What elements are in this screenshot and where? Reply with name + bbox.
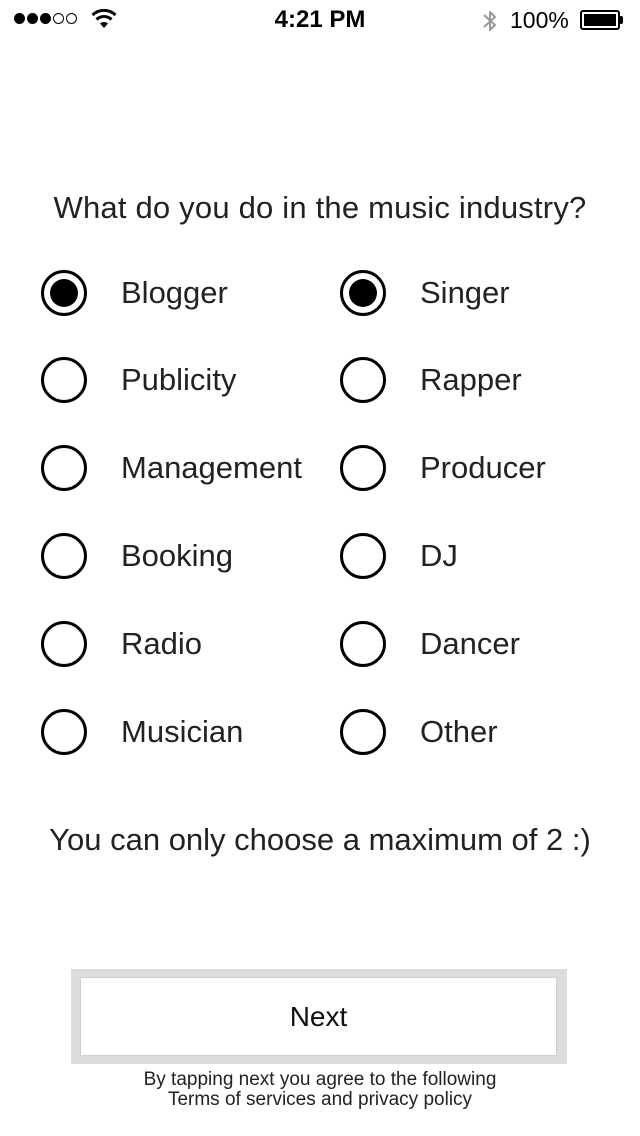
battery-percent: 100% <box>510 7 569 33</box>
radio-unselected-icon[interactable] <box>340 357 386 403</box>
radio-selected-icon[interactable] <box>340 270 386 316</box>
option-label: Dancer <box>420 626 520 661</box>
option-label: Musician <box>121 714 244 749</box>
option-dancer[interactable]: Dancer <box>340 614 520 674</box>
option-producer[interactable]: Producer <box>340 438 546 498</box>
radio-unselected-icon[interactable] <box>41 621 87 667</box>
option-musician[interactable]: Musician <box>41 702 243 762</box>
option-label: Other <box>420 714 498 749</box>
question-heading: What do you do in the music industry? <box>53 190 587 225</box>
bluetooth-icon <box>481 8 499 39</box>
option-label: Producer <box>420 450 546 485</box>
option-label: Publicity <box>121 362 237 397</box>
terms-notice: By tapping next you agree to the followi… <box>0 1070 640 1110</box>
option-label: Radio <box>121 626 202 661</box>
option-radio[interactable]: Radio <box>41 614 202 674</box>
next-button[interactable]: Next <box>80 977 557 1056</box>
radio-dot <box>50 279 78 307</box>
next-button-frame: Next <box>71 969 567 1064</box>
option-label: Rapper <box>420 362 522 397</box>
option-label: Booking <box>121 538 234 573</box>
option-label: Management <box>121 450 302 485</box>
battery-body <box>580 10 620 30</box>
radio-unselected-icon[interactable] <box>340 709 386 755</box>
battery-icon <box>580 10 624 30</box>
option-rapper[interactable]: Rapper <box>340 350 522 410</box>
radio-unselected-icon[interactable] <box>41 709 87 755</box>
option-publicity[interactable]: Publicity <box>41 350 236 410</box>
option-other[interactable]: Other <box>340 702 498 762</box>
option-label: Blogger <box>121 275 228 310</box>
battery-fill <box>584 14 616 26</box>
option-label: Singer <box>420 275 510 310</box>
option-management[interactable]: Management <box>41 438 302 498</box>
terms-link[interactable]: Terms of services and privacy policy <box>0 1090 640 1110</box>
option-dj[interactable]: DJ <box>340 526 458 586</box>
screen: 4:21 PM 100% What do you do in the music… <box>0 0 640 1136</box>
radio-unselected-icon[interactable] <box>41 445 87 491</box>
radio-unselected-icon[interactable] <box>340 533 386 579</box>
radio-unselected-icon[interactable] <box>41 533 87 579</box>
battery-tip <box>620 16 623 24</box>
radio-unselected-icon[interactable] <box>340 445 386 491</box>
selection-limit-hint: You can only choose a maximum of 2 :) <box>49 822 591 857</box>
option-singer[interactable]: Singer <box>340 263 510 323</box>
radio-unselected-icon[interactable] <box>41 357 87 403</box>
option-booking[interactable]: Booking <box>41 526 233 586</box>
status-bar: 4:21 PM 100% <box>0 0 640 40</box>
radio-unselected-icon[interactable] <box>340 621 386 667</box>
radio-dot <box>349 279 377 307</box>
option-blogger[interactable]: Blogger <box>41 263 228 323</box>
terms-line-1: By tapping next you agree to the followi… <box>143 1069 497 1090</box>
option-label: DJ <box>420 538 458 573</box>
radio-selected-icon[interactable] <box>41 270 87 316</box>
